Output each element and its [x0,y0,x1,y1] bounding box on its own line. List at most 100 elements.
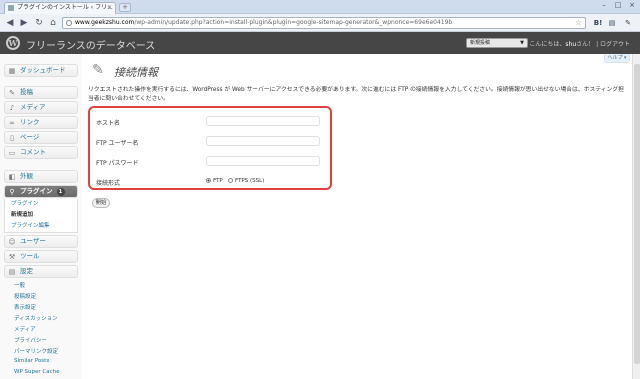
page-info-icon[interactable] [66,20,72,26]
sidebar-item-links[interactable]: ∞ リンク [4,116,78,129]
sidebar-item-media[interactable]: ♪ メディア [4,101,78,114]
settings-sub-privacy[interactable]: プライバシー [14,336,47,344]
sidebar-item-label: リンク [20,118,40,126]
media-icon: ♪ [9,104,15,112]
admin-sidebar: ▦ ダッシュボード ✎ 投稿 ♪ メディア ∞ リンク ▯ ページ ▭ コメント ◧ 外観 ⚲… [0,54,82,379]
page-menu-icon[interactable]: ▤ [606,17,618,29]
wp-admin-header: W フリーランスのデータベース 新規投稿 ▼ こんにちは、shuさん！ | ログ… [0,32,640,54]
browser-tab-bar: プラグインのインストール ‹ フリ... × + – □ × [0,0,640,14]
submenu-item-plugins[interactable]: プラグイン [5,199,77,210]
sidebar-item-label: ツール [20,252,40,260]
maximize-button[interactable]: □ [612,1,624,10]
plugin-icon: ⚲ [9,188,15,196]
sidebar-item-label: 投稿 [20,88,33,96]
page-title: 接続情報 [114,66,158,79]
connection-type-label: 接続形式 [96,180,121,187]
reload-icon[interactable]: ↻ [33,17,45,29]
sidebar-item-label: コメント [20,148,46,156]
hostname-label: ホスト名 [96,120,121,127]
sidebar-item-tools[interactable]: ⚒ ツール [4,250,78,263]
settings-sub-writing[interactable]: 投稿設定 [14,292,36,300]
url-path: /wp-admin/update.php?action=install-plug… [134,19,453,26]
sidebar-item-comments[interactable]: ▭ コメント [4,146,78,159]
sidebar-item-label: ダッシュボード [20,66,66,74]
close-window-button[interactable]: × [626,1,638,10]
settings-sub-wp-super-cache[interactable]: WP Super Cache [14,369,59,375]
browser-tab[interactable]: プラグインのインストール ‹ フリ... × [4,2,116,14]
page-scrollbar[interactable] [632,54,640,379]
settings-sub-permalinks[interactable]: パーマリンク設定 [14,347,58,355]
radio-ftps-label: FTPS (SSL) [235,178,265,184]
browser-toolbar: ◀ ▶ ↻ ⌂ www.geekzshu.com/wp-admin/update… [0,14,640,32]
greeting-prefix: こんにちは、 [529,41,566,48]
window-controls: – □ × [598,1,638,10]
submenu-item-plugin-editor[interactable]: プラグイン編集 [5,221,77,232]
connection-form: ホスト名 FTP ユーザー名 FTP パスワード 接続形式 FTP FTPS (… [88,106,332,190]
pin-icon: ✎ [9,89,15,97]
sidebar-item-label: ユーザー [20,237,46,245]
home-icon[interactable]: ⌂ [47,17,59,29]
extension-b-icon[interactable]: B! [592,17,604,29]
radio-ftp[interactable] [206,178,211,183]
url-domain: www.geekzshu.com [75,19,135,26]
tab-close-icon[interactable]: × [107,3,112,13]
browser-tab-title: プラグインのインストール ‹ フリ... [17,4,113,11]
users-icon: ☺ [8,238,16,246]
ftp-password-label: FTP パスワード [96,160,139,167]
chevron-down-icon: ▼ [520,40,524,46]
radio-ftp-label: FTP [213,178,223,184]
sidebar-item-posts[interactable]: ✎ 投稿 [4,86,78,99]
ftp-password-field[interactable] [206,156,320,166]
dashboard-icon: ▦ [8,67,16,75]
appearance-icon: ◧ [8,173,16,181]
user-link[interactable]: shu [565,41,576,48]
help-tab[interactable]: ヘルプ ▾ [604,54,630,63]
sidebar-item-label: メディア [20,103,46,111]
sidebar-item-settings[interactable]: ▤ 設定 [4,265,78,278]
sidebar-item-pages[interactable]: ▯ ページ [4,131,78,144]
update-count-badge: 1 [56,188,65,196]
sidebar-item-users[interactable]: ☺ ユーザー [4,235,78,248]
ftp-username-field[interactable] [206,136,320,146]
settings-icon: ▤ [8,268,16,276]
settings-sub-general[interactable]: 一般 [14,281,25,289]
scrollbar-thumb[interactable] [634,64,640,364]
plugins-submenu: プラグイン 新規追加 プラグイン編集 [4,199,78,233]
settings-sub-reading[interactable]: 表示設定 [14,303,36,311]
sidebar-item-label: 外観 [20,172,33,180]
radio-ftps[interactable] [228,178,233,183]
address-bar[interactable]: www.geekzshu.com/wp-admin/update.php?act… [62,17,586,29]
sidebar-item-label: ページ [20,133,40,141]
settings-sub-media[interactable]: メディア [14,325,36,333]
favorite-actions-select[interactable]: 新規投稿 ▼ [466,38,528,48]
sidebar-item-plugins[interactable]: ⚲ プラグイン 1 [4,185,78,198]
proceed-button[interactable]: 開始 [92,198,110,208]
page-icon: ▯ [10,134,14,142]
tools-icon: ⚒ [8,253,16,261]
sidebar-item-label: プラグイン [20,187,53,195]
forward-icon[interactable]: ▶ [18,17,30,29]
logout-link[interactable]: さん！ | ログアウト [576,41,630,48]
sidebar-item-appearance[interactable]: ◧ 外観 [4,170,78,183]
settings-sub-discussion[interactable]: ディスカッション [14,314,58,322]
favicon-icon [8,5,14,11]
tools-wrench-icon[interactable]: ✎ [622,17,634,29]
comment-icon: ▭ [8,149,16,157]
submenu-item-add-new[interactable]: 新規追加 [5,210,77,221]
back-icon[interactable]: ◀ [4,17,16,29]
ftp-username-label: FTP ユーザー名 [96,140,139,147]
connection-intro-text: リクエストされた操作を実行するには、WordPress が Web サーバーにア… [88,87,624,102]
bookmark-star-icon[interactable]: ☆ [575,18,582,28]
plugin-page-icon: ✎ [92,62,104,78]
hostname-field[interactable] [206,116,320,126]
minimize-button[interactable]: – [598,1,610,10]
new-tab-button[interactable]: + [119,3,131,12]
sidebar-item-dashboard[interactable]: ▦ ダッシュボード [4,64,78,77]
user-greeting: こんにちは、shuさん！ | ログアウト [529,39,630,48]
sidebar-item-label: 設定 [20,267,33,275]
link-icon: ∞ [9,119,15,127]
favorite-actions-value: 新規投稿 [470,40,491,46]
wordpress-logo-icon: W [6,36,20,50]
settings-sub-similar-posts[interactable]: Similar Posts [14,358,49,364]
site-name[interactable]: フリーランスのデータベース [26,37,155,52]
